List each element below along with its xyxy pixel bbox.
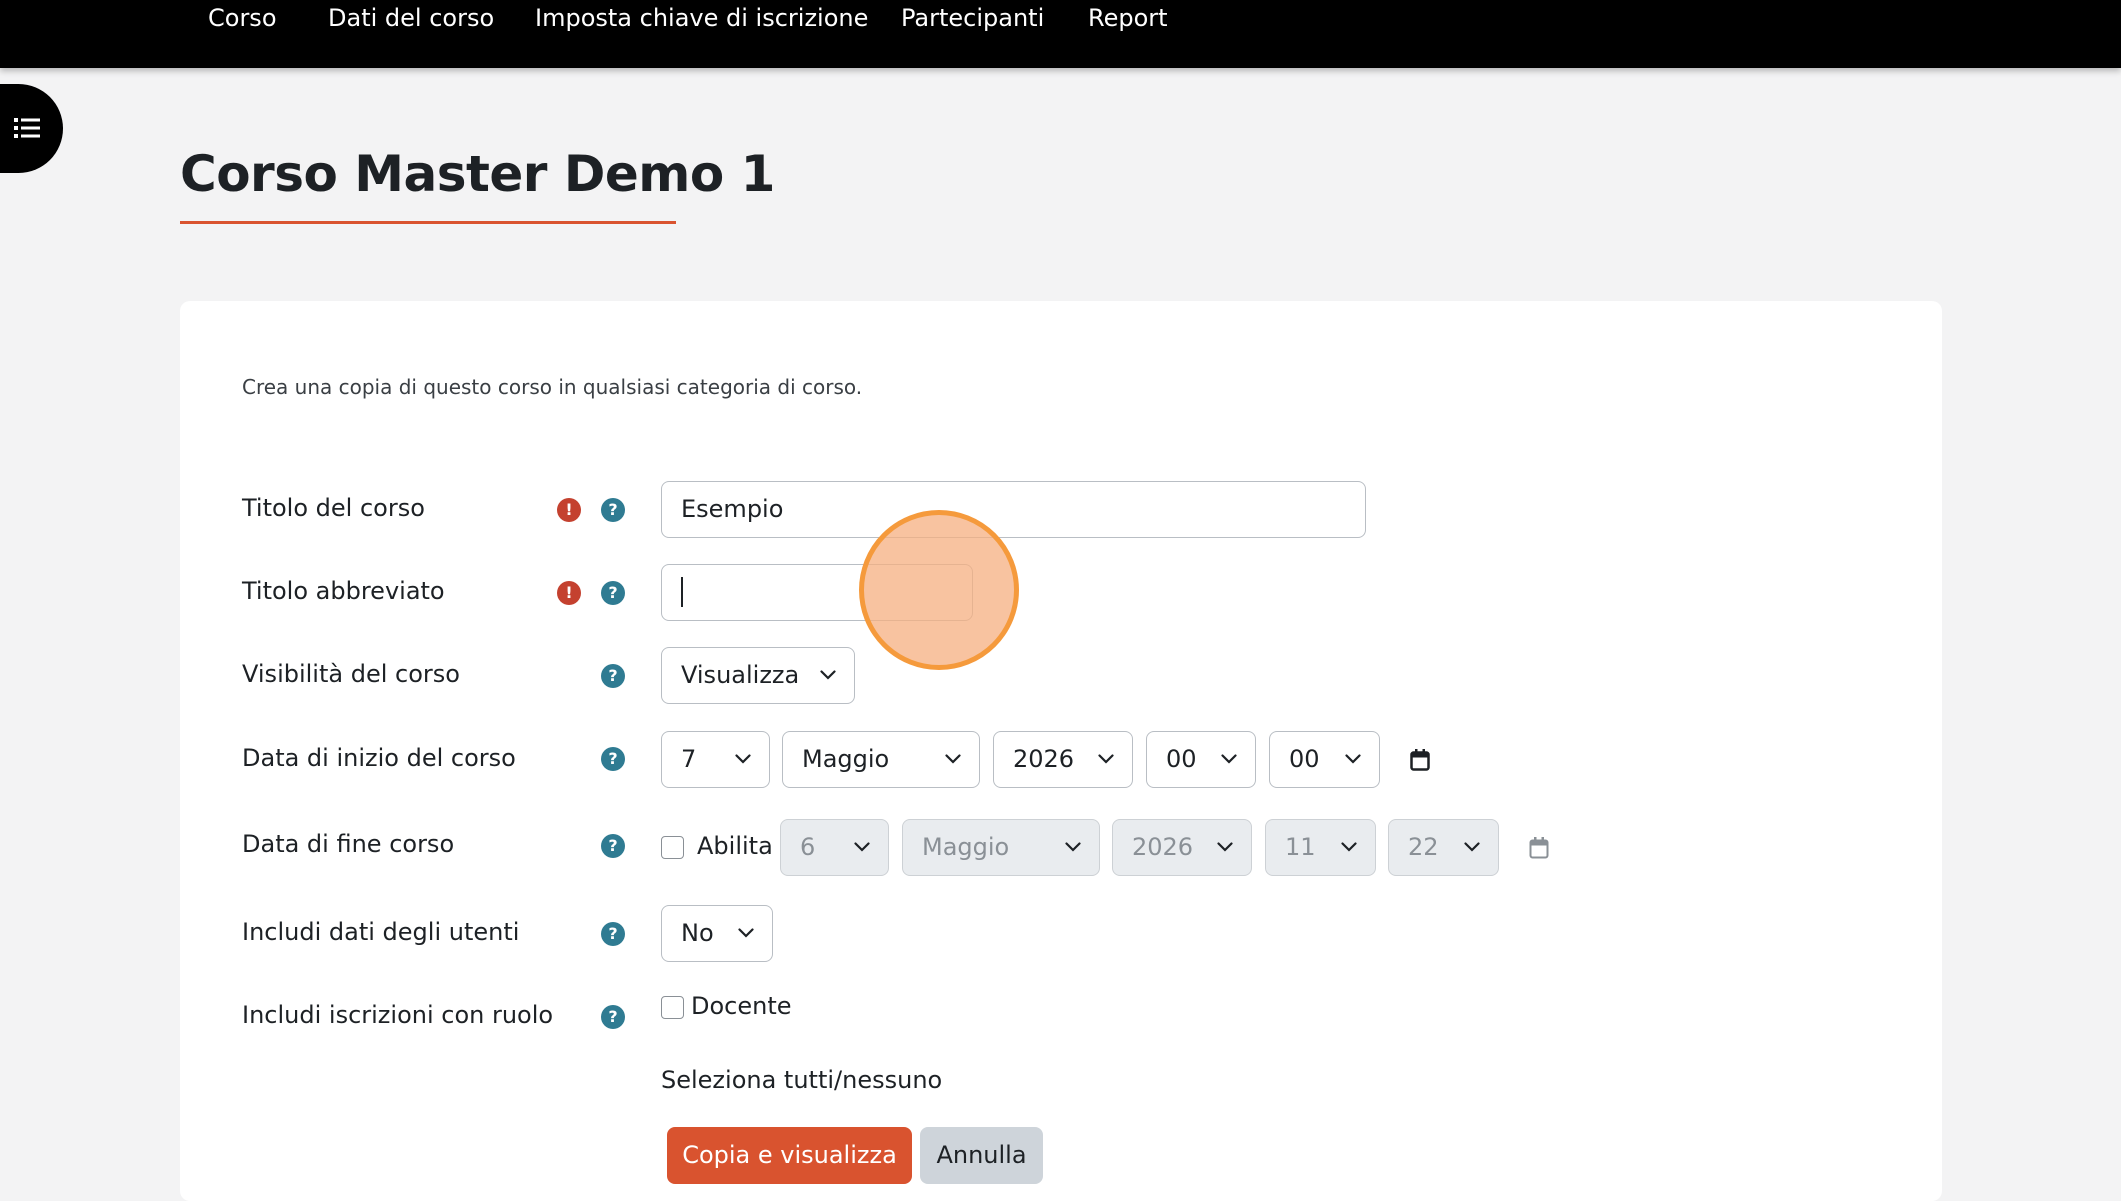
- chevron-down-icon: [1341, 820, 1357, 874]
- start-hour-select[interactable]: 00: [1146, 731, 1256, 788]
- required-icon: !: [557, 498, 581, 522]
- help-icon[interactable]: ?: [601, 498, 625, 522]
- list-icon: [14, 118, 40, 138]
- end-hour-select: 11: [1265, 819, 1376, 876]
- course-index-toggle[interactable]: [0, 84, 63, 173]
- chevron-down-icon: [1464, 820, 1480, 874]
- start-month-value: Maggio: [802, 745, 890, 773]
- chevron-down-icon: [738, 906, 754, 960]
- end-hour-value: 11: [1285, 833, 1316, 861]
- start-year-value: 2026: [1013, 745, 1075, 773]
- end-month-value: Maggio: [922, 833, 1010, 861]
- cancel-button[interactable]: Annulla: [920, 1127, 1043, 1184]
- short-title-input[interactable]: [661, 564, 973, 621]
- help-icon[interactable]: ?: [601, 922, 625, 946]
- end-date-enable-checkbox[interactable]: [661, 836, 684, 859]
- help-icon[interactable]: ?: [601, 1005, 625, 1029]
- end-minute-select: 22: [1388, 819, 1499, 876]
- chevron-down-icon: [1065, 820, 1081, 874]
- chevron-down-icon: [854, 820, 870, 874]
- start-minute-value: 00: [1289, 745, 1320, 773]
- help-icon[interactable]: ?: [601, 664, 625, 688]
- start-day-value: 7: [681, 745, 697, 773]
- end-month-select: Maggio: [902, 819, 1100, 876]
- short-title-label: Titolo abbreviato: [242, 577, 445, 605]
- end-minute-value: 22: [1408, 833, 1439, 861]
- role-docente-label: Docente: [691, 992, 792, 1020]
- chevron-down-icon: [820, 648, 836, 702]
- role-docente-checkbox[interactable]: [661, 996, 684, 1019]
- start-date-label: Data di inizio del corso: [242, 744, 516, 772]
- chevron-down-icon: [1221, 732, 1237, 786]
- top-navigation: Corso Dati del corso Imposta chiave di i…: [0, 0, 2121, 68]
- chevron-down-icon: [1217, 820, 1233, 874]
- start-month-select[interactable]: Maggio: [782, 731, 980, 788]
- nav-item-imposta-chiave[interactable]: Imposta chiave di iscrizione: [535, 4, 868, 32]
- chevron-down-icon: [1098, 732, 1114, 786]
- course-title-input[interactable]: Esempio: [661, 481, 1366, 538]
- page-title: Corso Master Demo 1: [180, 145, 775, 203]
- chevron-down-icon: [1345, 732, 1361, 786]
- calendar-icon[interactable]: [1410, 749, 1430, 771]
- help-icon[interactable]: ?: [601, 747, 625, 771]
- end-date-label: Data di fine corso: [242, 830, 455, 858]
- form-intro: Crea una copia di questo corso in qualsi…: [242, 375, 863, 399]
- nav-item-partecipanti[interactable]: Partecipanti: [901, 4, 1044, 32]
- visibility-label: Visibilità del corso: [242, 660, 460, 688]
- start-year-select[interactable]: 2026: [993, 731, 1133, 788]
- visibility-select[interactable]: Visualizza: [661, 647, 855, 704]
- end-year-select: 2026: [1112, 819, 1252, 876]
- help-icon[interactable]: ?: [601, 581, 625, 605]
- start-day-select[interactable]: 7: [661, 731, 770, 788]
- user-data-label: Includi dati degli utenti: [242, 918, 520, 946]
- calendar-icon: [1529, 837, 1549, 859]
- copy-and-view-button[interactable]: Copia e visualizza: [667, 1127, 912, 1184]
- visibility-value: Visualizza: [681, 661, 800, 689]
- nav-item-dati-del-corso[interactable]: Dati del corso: [328, 4, 494, 32]
- end-year-value: 2026: [1132, 833, 1194, 861]
- course-title-label: Titolo del corso: [242, 494, 425, 522]
- chevron-down-icon: [945, 732, 961, 786]
- end-day-value: 6: [800, 833, 816, 861]
- nav-item-report[interactable]: Report: [1088, 4, 1168, 32]
- end-date-enable-label: Abilita: [697, 832, 773, 860]
- user-data-select[interactable]: No: [661, 905, 773, 962]
- start-hour-value: 00: [1166, 745, 1197, 773]
- role-enrolments-label: Includi iscrizioni con ruolo: [242, 1001, 554, 1029]
- end-day-select: 6: [780, 819, 889, 876]
- required-icon: !: [557, 581, 581, 605]
- help-icon[interactable]: ?: [601, 834, 625, 858]
- text-caret: [681, 577, 683, 607]
- chevron-down-icon: [735, 732, 751, 786]
- nav-item-corso[interactable]: Corso: [208, 4, 277, 32]
- select-all-none-link[interactable]: Seleziona tutti/nessuno: [661, 1066, 942, 1094]
- user-data-value: No: [681, 919, 714, 947]
- start-minute-select[interactable]: 00: [1269, 731, 1380, 788]
- title-underline: [180, 221, 676, 224]
